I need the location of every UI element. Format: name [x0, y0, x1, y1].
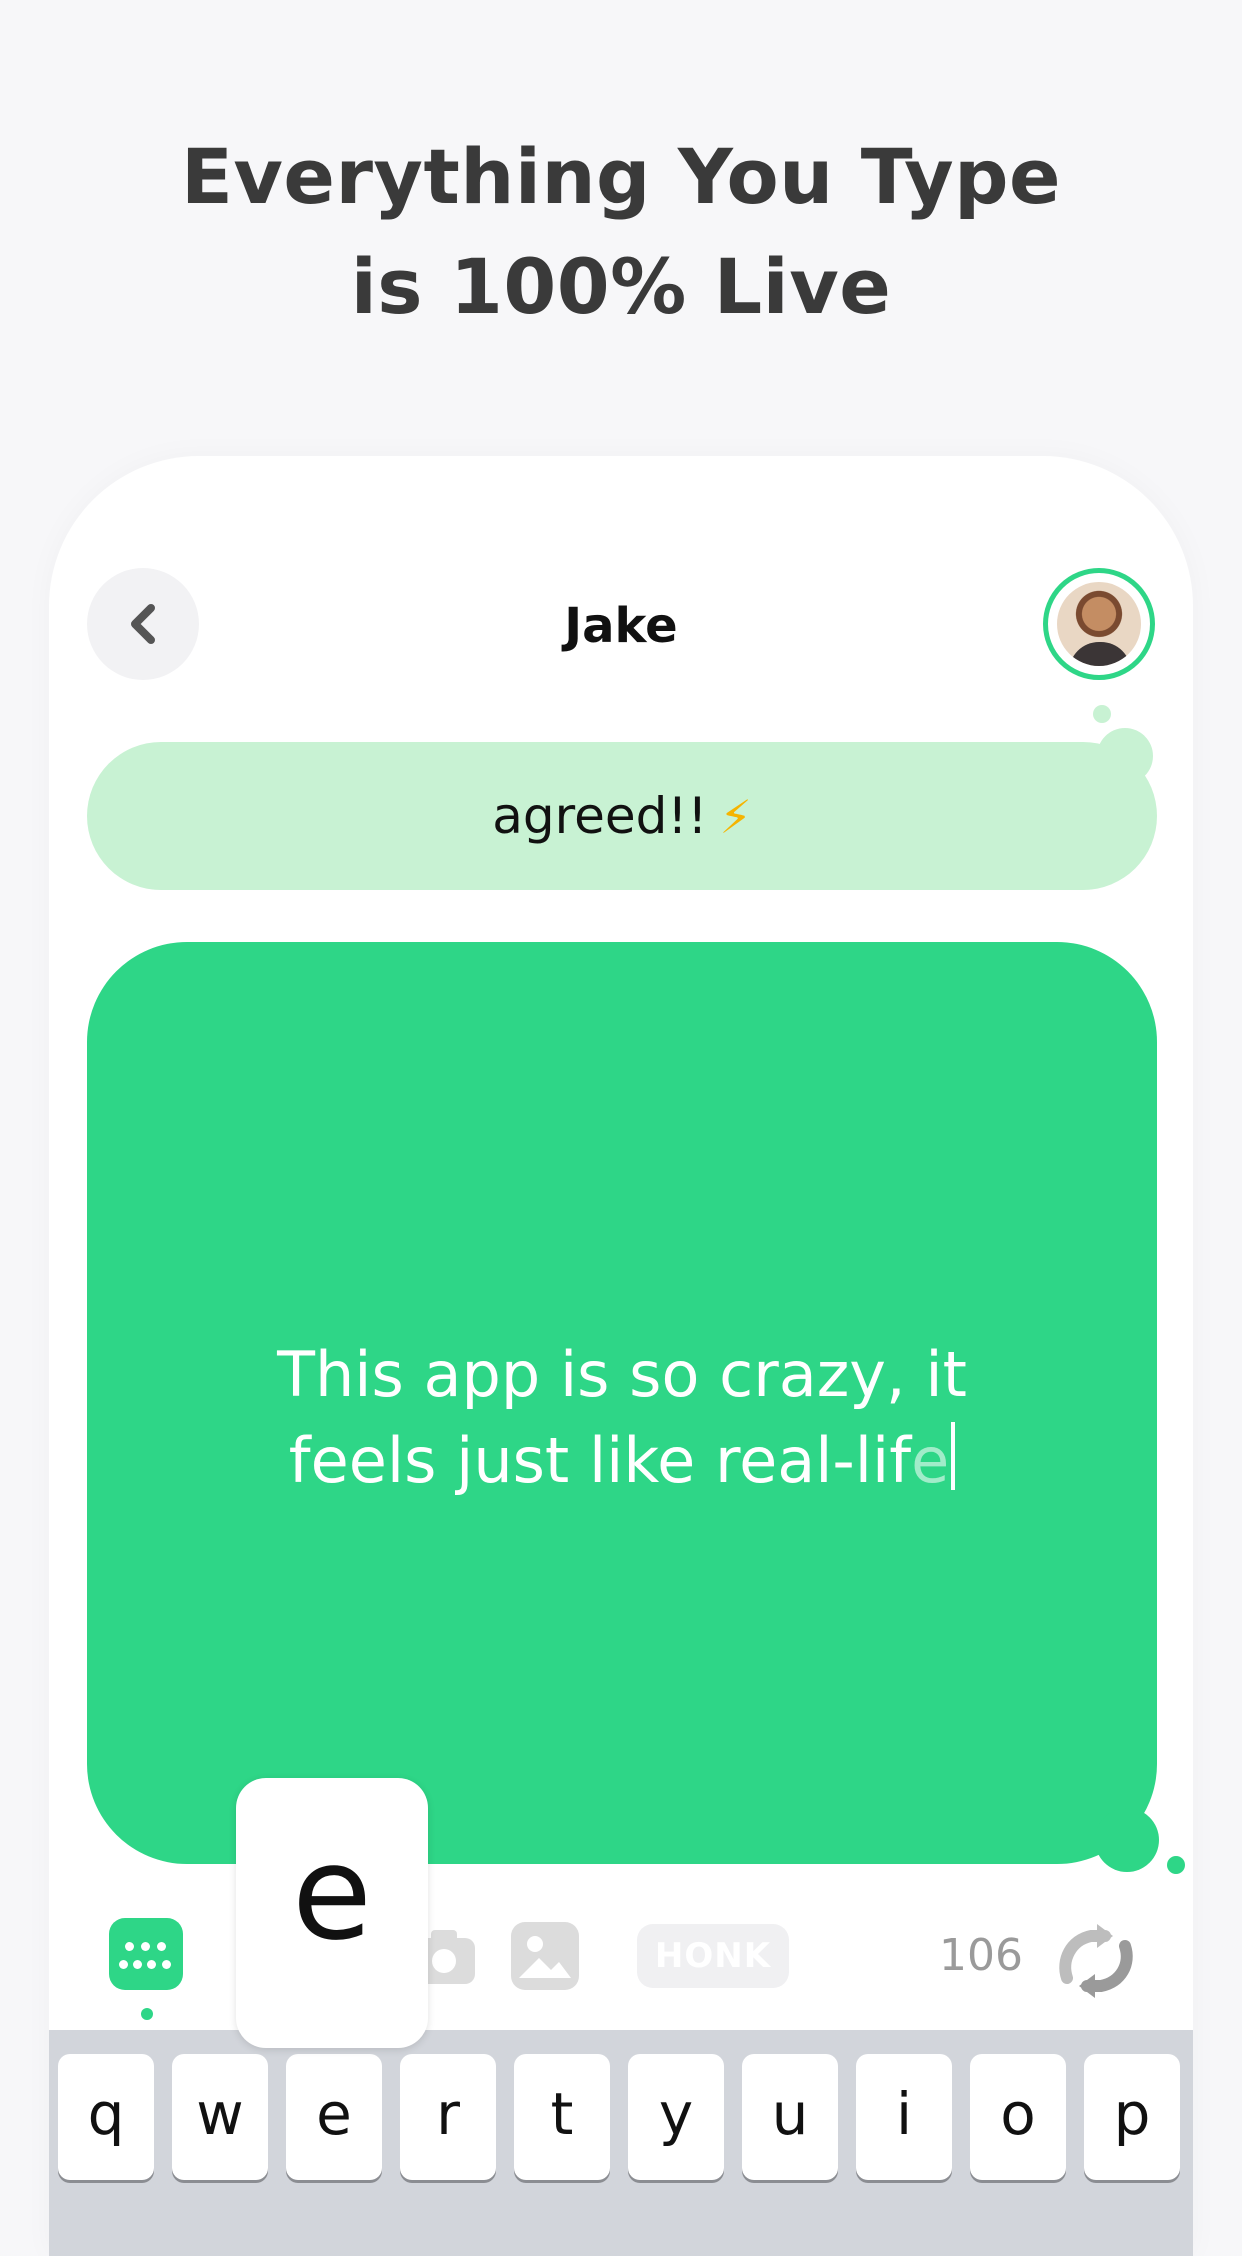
honk-button[interactable]: HONK [637, 1924, 789, 1988]
photo-icon[interactable] [509, 1920, 581, 1992]
key-u[interactable]: u [742, 2054, 838, 2180]
composer-toolbar: HONK 106 [49, 1896, 1193, 2026]
headline-line-2: is 100% Live [350, 242, 892, 331]
key-p[interactable]: p [1084, 2054, 1180, 2180]
phone-screen: Jake agreed!! ⚡ This app is so crazy, it … [49, 456, 1193, 2256]
headline: Everything You Type is 100% Live [0, 122, 1242, 342]
key-press-popup: e [236, 1778, 428, 2048]
live-typing-bubble: This app is so crazy, it feels just like… [87, 942, 1157, 1864]
key-e[interactable]: e [286, 2054, 382, 2180]
active-indicator-dot [141, 2008, 153, 2020]
avatar[interactable] [1043, 568, 1155, 680]
bubble-tail-dot-large [1095, 1808, 1159, 1872]
key-i[interactable]: i [856, 2054, 952, 2180]
incoming-message-text: agreed!! [492, 787, 708, 845]
live-message-ghost-letter: e [911, 1424, 950, 1497]
key-y[interactable]: y [628, 2054, 724, 2180]
live-message-line-2: feels just like real-lif [288, 1424, 912, 1497]
key-t[interactable]: t [514, 2054, 610, 2180]
key-q[interactable]: q [58, 2054, 154, 2180]
key-r[interactable]: r [400, 2054, 496, 2180]
bubble-tail-dot-small [1167, 1856, 1185, 1874]
refresh-icon[interactable] [1049, 1920, 1143, 2002]
typing-dot-small [1093, 705, 1111, 723]
key-o[interactable]: o [970, 2054, 1066, 2180]
live-message-text: This app is so crazy, it feels just like… [167, 1332, 1077, 1504]
character-count: 106 [939, 1930, 1023, 1981]
key-w[interactable]: w [172, 2054, 268, 2180]
text-caret [951, 1422, 956, 1490]
keyboard-icon[interactable] [109, 1918, 183, 1990]
live-message-line-1: This app is so crazy, it [277, 1338, 967, 1411]
lightning-icon: ⚡ [719, 790, 752, 844]
incoming-message-bubble: agreed!! ⚡ [87, 742, 1157, 890]
key-popup-letter: e [292, 1817, 372, 1969]
contact-name: Jake [564, 598, 678, 654]
keyboard: q w e r t y u i o p [49, 2030, 1193, 2256]
headline-line-1: Everything You Type [180, 132, 1062, 221]
avatar-photo [1057, 582, 1141, 666]
